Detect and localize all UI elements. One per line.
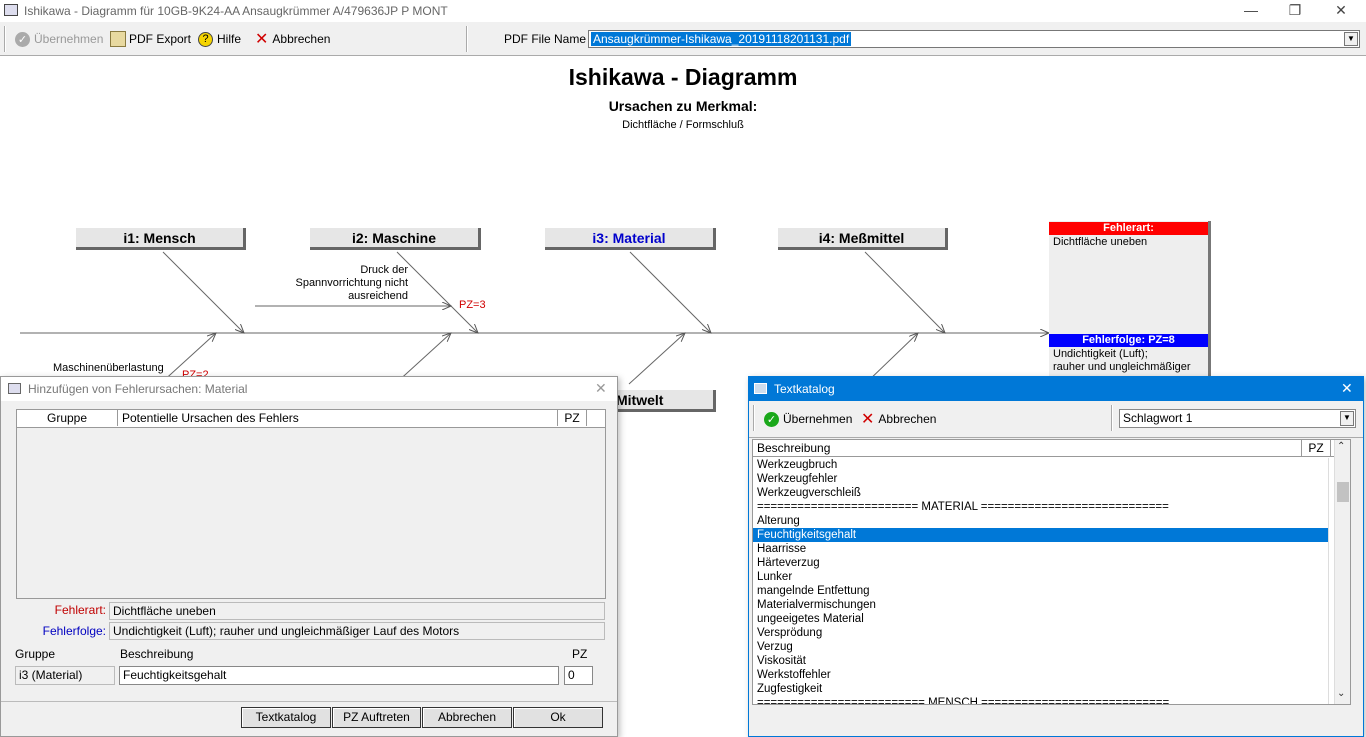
- textkatalog-row[interactable]: ungeeigetes Material: [753, 612, 1329, 626]
- textkatalog-list-header: Beschreibung PZ: [753, 440, 1334, 457]
- textkatalog-row[interactable]: Werkzeugbruch: [753, 458, 1329, 472]
- add-cause-titlebar: Hinzufügen von Fehlerursachen: Material …: [1, 377, 617, 401]
- cause-maschinenueberlastung[interactable]: Maschinenüberlastung: [53, 362, 164, 374]
- cause-spannvorrichtung-pz: PZ=3: [459, 299, 486, 311]
- dialog-app-icon: [8, 383, 21, 394]
- causes-table-header: Gruppe Potentielle Ursachen des Fehlers …: [17, 410, 605, 428]
- category-mitwelt[interactable]: Mitwelt: [610, 390, 716, 412]
- tk-uebernehmen-button[interactable]: ✓ Übernehmen: [764, 410, 852, 428]
- category-maschine[interactable]: i2: Maschine: [310, 228, 481, 250]
- textkatalog-dialog: Textkatalog ✕ ✓ Übernehmen ✕ Abbrechen S…: [748, 376, 1364, 737]
- add-cause-title: Hinzufügen von Fehlerursachen: Material: [28, 382, 248, 396]
- textkatalog-app-icon: [754, 383, 767, 394]
- pz-auftreten-button[interactable]: PZ Auftreten: [332, 707, 421, 728]
- textkatalog-title: Textkatalog: [774, 382, 835, 396]
- textkatalog-row[interactable]: Materialvermischungen: [753, 598, 1329, 612]
- textkatalog-titlebar: Textkatalog ✕: [749, 377, 1363, 401]
- textkatalog-row[interactable]: Werkzeugverschleiß: [753, 486, 1329, 500]
- scrollbar-thumb[interactable]: [1337, 482, 1349, 502]
- schlagwort-combo[interactable]: Schlagwort 1 ▼: [1119, 409, 1356, 428]
- category-messmittel[interactable]: i4: Meßmittel: [778, 228, 948, 250]
- textkatalog-row[interactable]: ========================= MENSCH =======…: [753, 696, 1329, 704]
- tk-col-beschreibung[interactable]: Beschreibung: [753, 440, 1302, 456]
- textkatalog-list[interactable]: Beschreibung PZ Werkzeugbruch Werkzeugfeh…: [752, 439, 1351, 705]
- pz-input[interactable]: 0: [564, 666, 593, 685]
- textkatalog-row[interactable]: Viskosität: [753, 654, 1329, 668]
- add-cause-dialog: Hinzufügen von Fehlerursachen: Material …: [0, 376, 618, 737]
- category-mensch[interactable]: i1: Mensch: [76, 228, 246, 250]
- tk-toolbar-grip: [753, 405, 755, 431]
- fehlerart-label: Fehlerart:: [54, 603, 106, 617]
- textkatalog-row[interactable]: Feuchtigkeitsgehalt: [753, 528, 1329, 542]
- dialog-divider: [1, 701, 617, 702]
- cause-spannvorrichtung[interactable]: Druck der Spannvorrichtung nicht ausreic…: [290, 264, 408, 303]
- tk-abbrechen-button[interactable]: ✕ Abbrechen: [861, 410, 936, 428]
- fehlerart-header: Fehlerart:: [1049, 222, 1208, 235]
- textkatalog-row[interactable]: Lunker: [753, 570, 1329, 584]
- col-pz[interactable]: PZ: [558, 410, 587, 426]
- textkatalog-row[interactable]: mangelnde Entfettung: [753, 584, 1329, 598]
- fehlerart-text: Dichtfläche uneben: [1053, 236, 1148, 248]
- tk-col-pz[interactable]: PZ: [1302, 440, 1331, 456]
- ok-button[interactable]: Ok: [513, 707, 603, 728]
- schlagwort-chevron-down-icon[interactable]: ▼: [1340, 411, 1354, 426]
- dialog-abbrechen-button[interactable]: Abbrechen: [422, 707, 512, 728]
- beschreibung-input[interactable]: Feuchtigkeitsgehalt: [119, 666, 559, 685]
- pz-label: PZ: [572, 647, 588, 661]
- fehlerfolge-value: Undichtigkeit (Luft); rauher und ungleic…: [109, 622, 605, 640]
- textkatalog-row[interactable]: Alterung: [753, 514, 1329, 528]
- textkatalog-toolbar: ✓ Übernehmen ✕ Abbrechen Schlagwort 1 ▼: [749, 401, 1363, 438]
- beschreibung-label: Beschreibung: [120, 647, 194, 661]
- tk-check-icon: ✓: [764, 411, 779, 427]
- textkatalog-rows: Werkzeugbruch Werkzeugfehler Werkzeugversc…: [753, 458, 1334, 704]
- textkatalog-row[interactable]: Werkstoffehler: [753, 668, 1329, 682]
- textkatalog-scrollbar[interactable]: ⌃ ⌄: [1334, 440, 1350, 704]
- textkatalog-row[interactable]: Haarrisse: [753, 542, 1329, 556]
- fehlerfolge-label: Fehlerfolge:: [42, 624, 106, 638]
- tk-cancel-x-icon: ✕: [861, 411, 875, 428]
- gruppe-label: Gruppe: [15, 647, 56, 661]
- causes-table[interactable]: Gruppe Potentielle Ursachen des Fehlers …: [16, 409, 606, 599]
- textkatalog-row[interactable]: ======================== MATERIAL ======…: [753, 500, 1329, 514]
- textkatalog-row[interactable]: Versprödung: [753, 626, 1329, 640]
- textkatalog-row[interactable]: Zugfestigkeit: [753, 682, 1329, 696]
- col-gruppe[interactable]: Gruppe: [17, 410, 118, 426]
- dialog-close-icon[interactable]: ✕: [595, 380, 607, 397]
- fehlerart-value: Dichtfläche uneben: [109, 602, 605, 620]
- fehlerfolge-text-2: rauher und ungleichmäßiger: [1053, 361, 1191, 373]
- fehlerfolge-text-1: Undichtigkeit (Luft);: [1053, 348, 1148, 360]
- scroll-up-icon[interactable]: ⌃: [1337, 441, 1345, 452]
- category-material[interactable]: i3: Material: [545, 228, 716, 250]
- textkatalog-row[interactable]: Verzug: [753, 640, 1329, 654]
- col-ursachen[interactable]: Potentielle Ursachen des Fehlers: [118, 410, 558, 426]
- fehler-box: Fehlerart: Dichtfläche uneben Fehlerfolg…: [1049, 221, 1211, 381]
- gruppe-field: i3 (Material): [15, 666, 115, 685]
- textkatalog-row[interactable]: Werkzeugfehler: [753, 472, 1329, 486]
- fehlerfolge-header: Fehlerfolge: PZ=8: [1049, 334, 1208, 347]
- textkatalog-button[interactable]: Textkatalog: [241, 707, 331, 728]
- tk-toolbar-separator: [1111, 405, 1113, 431]
- textkatalog-row[interactable]: Härteverzug: [753, 556, 1329, 570]
- textkatalog-close-icon[interactable]: ✕: [1341, 380, 1353, 397]
- scroll-down-icon[interactable]: ⌄: [1337, 688, 1345, 699]
